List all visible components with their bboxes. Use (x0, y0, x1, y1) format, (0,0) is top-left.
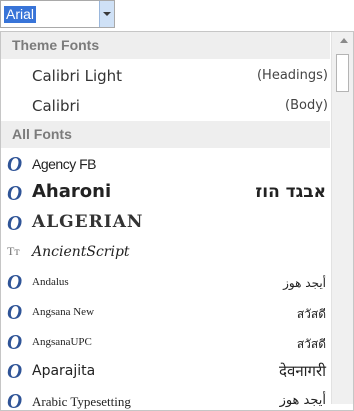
font-item-name: ALGERIAN (32, 212, 144, 232)
opentype-icon: O (7, 300, 23, 324)
section-header-all-fonts: All Fonts (1, 121, 330, 148)
opentype-icon: O (7, 211, 23, 235)
theme-font-item-body[interactable]: Calibri (Body) (1, 92, 330, 121)
theme-font-item-headings[interactable]: Calibri Light (Headings) (1, 62, 330, 91)
scrollbar-thumb[interactable] (336, 54, 349, 92)
font-item-sample: أيجد هوز (283, 276, 326, 290)
theme-font-name: Calibri Light (32, 67, 123, 85)
font-item-sample: สวัสดี (296, 307, 326, 321)
vertical-scrollbar[interactable] (331, 32, 353, 404)
font-item-aharoni[interactable]: O Aharoni אבגד הוז (1, 179, 330, 208)
theme-font-tag: (Headings) (256, 68, 328, 83)
font-item-name: Andalus (32, 276, 69, 288)
font-item-sample: أيجد هوز (279, 393, 326, 408)
font-item-angsanaupc[interactable]: O AngsanaUPC สวัสดี (1, 328, 330, 357)
font-item-angsana-new[interactable]: O Angsana New สวัสดี (1, 298, 330, 327)
font-item-name: Aparajita (32, 363, 96, 379)
theme-font-name: Calibri (32, 97, 80, 115)
opentype-icon: O (7, 330, 23, 354)
opentype-icon: O (7, 270, 23, 294)
opentype-icon: O (7, 359, 23, 383)
font-item-agency-fb[interactable]: O Agency FB (1, 150, 330, 179)
font-item-name: Aharoni (32, 181, 112, 202)
font-item-sample: אבגד הוז (255, 182, 326, 202)
font-item-sample: देवनागरी (279, 362, 326, 380)
font-name-value[interactable]: Arial (4, 6, 37, 23)
font-item-name: Agency FB (32, 156, 96, 172)
theme-font-tag: (Body) (285, 98, 328, 113)
font-item-sample: สวัสดี (296, 337, 326, 351)
font-item-name: Arabic Typesetting (32, 394, 131, 409)
section-header-theme-fonts: Theme Fonts (1, 32, 330, 59)
opentype-icon: O (7, 181, 23, 205)
font-item-name: Angsana New (32, 306, 95, 318)
opentype-icon: O (7, 152, 23, 176)
font-item-aparajita[interactable]: O Aparajita देवनागरी (1, 357, 330, 386)
font-name-combobox[interactable]: Arial (0, 0, 115, 28)
opentype-icon: O (7, 389, 23, 411)
font-item-ancientscript[interactable]: Tᴛ AncientScript (1, 238, 330, 267)
font-item-name: AncientScript (32, 244, 130, 260)
font-dropdown-list: Theme Fonts Calibri Light (Headings) Cal… (0, 31, 354, 411)
truetype-icon: Tᴛ (7, 244, 20, 258)
font-item-name: AngsanaUPC (32, 336, 92, 348)
scroll-up-arrow-icon[interactable] (340, 38, 348, 43)
font-item-andalus[interactable]: O Andalus أيجد هوز (1, 268, 330, 297)
dropdown-arrow-button[interactable] (99, 1, 114, 27)
font-item-arabic-typesetting[interactable]: O Arabic Typesetting أيجد هوز (1, 387, 330, 411)
font-item-algerian[interactable]: O ALGERIAN (1, 209, 330, 238)
